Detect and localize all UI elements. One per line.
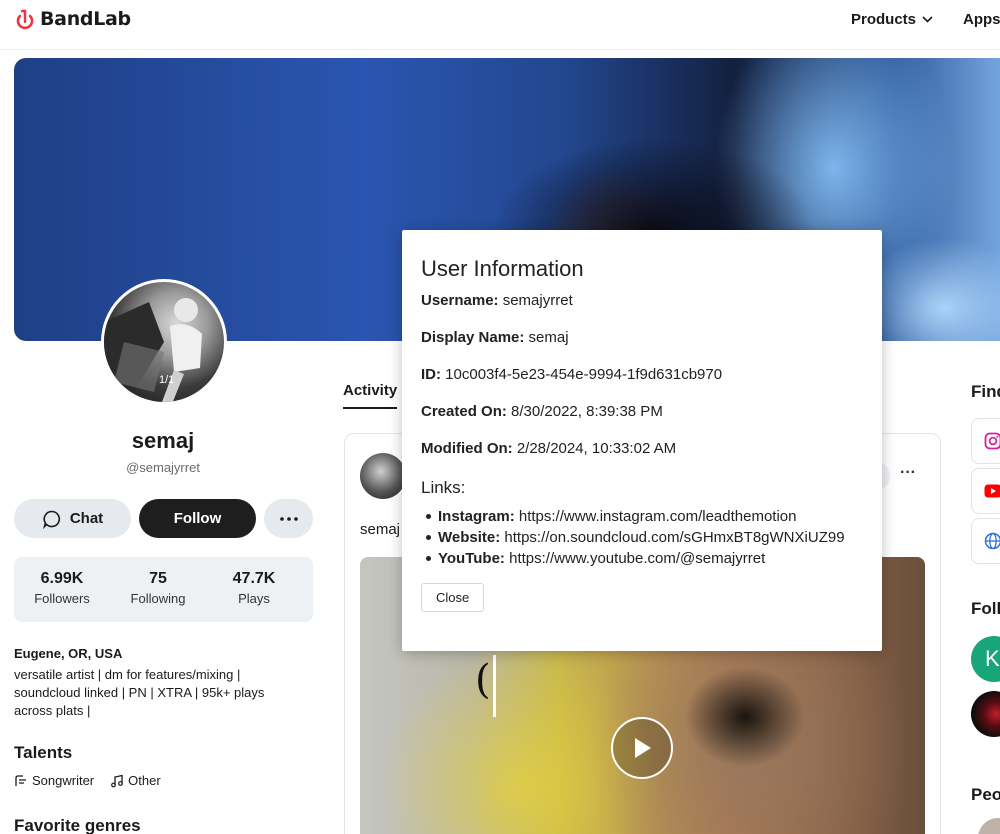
dialog-title: User Information [421,256,584,281]
bandlab-logo[interactable]: BandLab [14,8,131,30]
profile-avatar[interactable]: 1/1 [101,279,227,405]
instagram-icon [984,432,1000,450]
talents-list: Songwriter Other [14,773,161,788]
more-dots-icon [279,516,298,521]
display-name-row: Display Name: semaj [421,327,863,364]
stat-value: 75 [149,570,167,587]
user-id-value: 10c003f4-5e23-454e-9994-1f9d631cb970 [445,366,723,383]
links-list: Instagram: https://www.instagram.com/lea… [421,506,863,569]
user-information-dialog: User Information Username: semajyrret Di… [402,230,882,651]
talent-label: Other [128,773,161,788]
play-button[interactable] [611,717,673,779]
right-section-heading-follow: Follo [971,599,1000,618]
talent-item: Other [110,773,161,788]
stat-followers[interactable]: 6.99K Followers [14,557,110,622]
chevron-down-icon [922,16,933,23]
songwriter-icon [15,774,26,786]
artwork-line [493,655,496,717]
people-avatar[interactable] [978,818,1000,834]
avatar-counter: 1/1 [159,374,175,386]
link-item-youtube: YouTube: https://www.youtube.com/@semajy… [426,548,863,569]
suggested-user-avatar[interactable]: K [971,636,1000,682]
user-id-label: ID: [421,366,441,383]
created-on-row: Created On: 8/30/2022, 8:39:38 PM [421,401,863,438]
right-section-heading-find: Find [971,382,1000,401]
top-navigation-bar: BandLab Products Apps [0,0,1000,50]
link-label: Instagram: [438,508,515,525]
username-value: semajyrret [502,292,573,309]
nav-products[interactable]: Products [851,11,933,28]
modified-on-label: Modified On: [421,440,513,457]
nav-apps[interactable]: Apps [963,11,1000,28]
user-id-row: ID: 10c003f4-5e23-454e-9994-1f9d631cb970 [421,364,863,401]
stat-label: Plays [238,591,270,606]
chat-button[interactable]: Chat [14,499,131,538]
youtube-link-tile[interactable] [971,468,1000,514]
chat-button-label: Chat [69,510,104,527]
chat-bubble-icon [42,510,60,529]
more-options-button[interactable] [264,499,313,538]
link-url[interactable]: https://on.soundcloud.com/sGHmxBT8gWNXiU… [504,529,844,546]
modified-on-value: 2/28/2024, 10:33:02 AM [516,440,677,457]
link-url[interactable]: https://www.instagram.com/leadthemotion [519,508,797,525]
instagram-link-tile[interactable] [971,418,1000,464]
display-name-value: semaj [528,329,569,346]
post-author-name[interactable]: semaj [360,521,400,538]
link-item-website: Website: https://on.soundcloud.com/sGHmx… [426,527,863,548]
music-note-icon [111,774,124,787]
created-on-value: 8/30/2022, 8:39:38 PM [511,403,663,420]
post-more-button[interactable]: ··· [900,464,916,482]
artwork-bracket-text: ( [475,657,491,703]
username-label: Username: [421,292,499,309]
suggested-user-avatar[interactable] [971,691,1000,737]
bandlab-logo-icon [16,9,34,30]
links-heading: Links: [421,478,466,497]
modified-on-row: Modified On: 2/28/2024, 10:33:02 AM [421,438,863,475]
talents-heading: Talents [14,743,73,762]
link-label: Website: [438,529,501,546]
avatar-photo [104,298,202,402]
youtube-icon [984,484,1000,498]
globe-icon [984,532,1000,550]
profile-name: semaj [131,428,195,453]
created-on-label: Created On: [421,403,507,420]
profile-handle: @semajyrret [126,460,200,475]
display-name-label: Display Name: [421,329,525,346]
website-link-tile[interactable] [971,518,1000,564]
link-url[interactable]: https://www.youtube.com/@semajyrret [509,550,765,567]
username-row: Username: semajyrret [421,290,863,327]
profile-location: Eugene, OR, USA [14,646,123,661]
close-button[interactable]: Close [421,583,485,612]
stat-label: Followers [34,591,90,606]
stat-label: Following [130,591,186,606]
link-item-instagram: Instagram: https://www.instagram.com/lea… [426,506,863,527]
stat-value: 47.7K [232,570,276,587]
follow-button[interactable]: Follow [139,499,256,538]
right-section-heading-people: Peo [971,785,1000,804]
stat-following[interactable]: 75 Following [110,557,206,622]
play-icon [635,738,651,758]
post-author-avatar[interactable] [360,453,406,499]
stat-plays: 47.7K Plays [206,557,302,622]
stat-value: 6.99K [40,570,84,587]
favorite-genres-heading: Favorite genres [14,816,141,834]
nav-products-label: Products [851,11,917,28]
talent-item: Songwriter [14,773,94,788]
tab-activity[interactable]: Activity [343,382,398,409]
talent-label: Songwriter [32,773,95,788]
link-label: YouTube: [438,550,505,567]
profile-bio: versatile artist | dm for features/mixin… [14,667,265,718]
profile-stats: 6.99K Followers 75 Following 47.7K Plays [14,557,313,622]
logo-text: BandLab [40,8,131,30]
